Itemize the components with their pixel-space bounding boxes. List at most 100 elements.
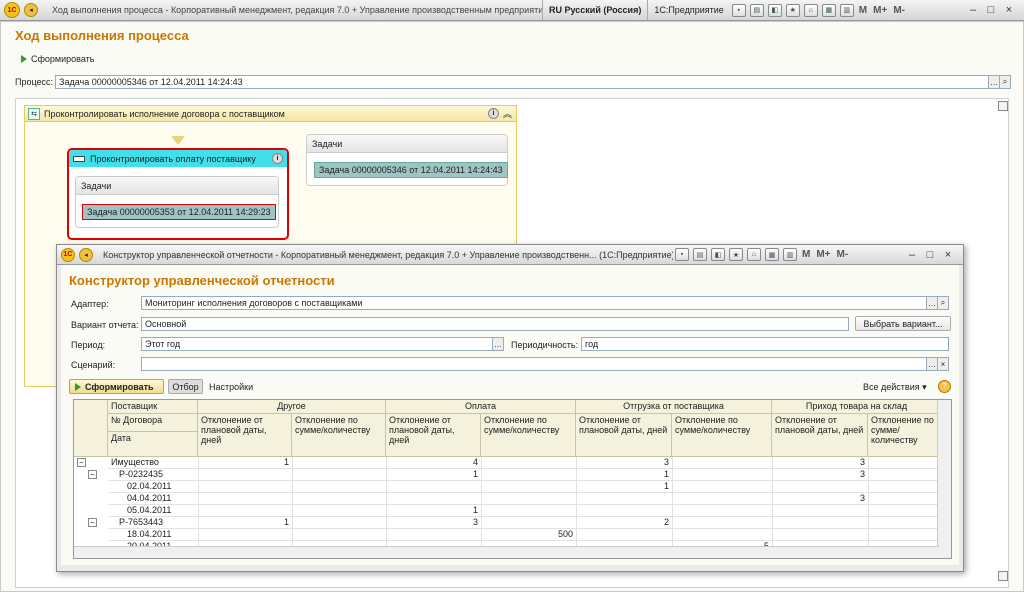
grid-cell[interactable]: [772, 505, 868, 517]
grid-row-label[interactable]: Имущество: [108, 457, 198, 469]
grid-cell[interactable]: [292, 505, 386, 517]
process-search-icon[interactable]: ⌕: [1000, 75, 1012, 89]
scenario-clear-icon[interactable]: ×: [938, 357, 949, 371]
grid-cell[interactable]: 3: [576, 457, 672, 469]
print-icon[interactable]: ▤: [749, 3, 764, 17]
grid-cell[interactable]: [672, 493, 772, 505]
tree-collapse-icon[interactable]: −: [88, 470, 97, 479]
report-1c-logo-icon[interactable]: 1C: [61, 247, 75, 262]
save-icon[interactable]: ▪: [731, 3, 746, 17]
grid-cell[interactable]: [772, 481, 868, 493]
grid-cell[interactable]: [868, 529, 942, 541]
grid-cell[interactable]: [672, 529, 772, 541]
grid-cell[interactable]: 1: [386, 469, 481, 481]
grid-cell[interactable]: [198, 529, 292, 541]
filter-button[interactable]: Отбор: [168, 379, 203, 394]
report-calculator-icon[interactable]: ▦: [765, 248, 779, 261]
grid-horizontal-scrollbar[interactable]: [74, 546, 939, 558]
report-memory-button[interactable]: M: [802, 249, 810, 260]
grid-cell[interactable]: [386, 529, 481, 541]
form-action[interactable]: Сформировать: [21, 54, 94, 64]
collapse-icon[interactable]: ︽: [503, 107, 512, 120]
memory-plus-button[interactable]: M+: [873, 5, 887, 16]
grid-row-label[interactable]: 05.04.2011: [108, 505, 198, 517]
report-maximize-button[interactable]: □: [921, 249, 939, 261]
report-grid[interactable]: Поставщик № Договора Дата Другое Оплата …: [73, 399, 952, 559]
tree-collapse-icon[interactable]: −: [77, 458, 86, 467]
choose-variant-button[interactable]: Выбрать вариант...: [855, 316, 951, 331]
step-info-icon[interactable]: i: [272, 153, 283, 164]
grid-cell[interactable]: [772, 517, 868, 529]
calendar-icon[interactable]: ▥: [839, 3, 854, 17]
grid-cell[interactable]: 1: [386, 505, 481, 517]
grid-cell[interactable]: 1: [576, 481, 672, 493]
grid-cell[interactable]: [481, 457, 576, 469]
report-memory-minus-button[interactable]: M-: [837, 249, 849, 260]
back-icon[interactable]: ◂: [24, 3, 38, 17]
minimize-button[interactable]: –: [964, 4, 982, 16]
grid-cell[interactable]: 1: [198, 457, 292, 469]
grid-cell[interactable]: [386, 493, 481, 505]
home-icon[interactable]: ⌂: [803, 3, 818, 17]
grid-vertical-scrollbar[interactable]: [937, 400, 951, 558]
grid-cell[interactable]: [292, 529, 386, 541]
grid-cell[interactable]: [672, 505, 772, 517]
report-save-icon[interactable]: ▪: [675, 248, 689, 261]
grid-cell[interactable]: [292, 469, 386, 481]
grid-cell[interactable]: [481, 481, 576, 493]
grid-cell[interactable]: [576, 493, 672, 505]
step-card[interactable]: Проконтролировать оплату поставщику i За…: [67, 148, 289, 240]
grid-row-label[interactable]: 18.04.2011: [108, 529, 198, 541]
settings-link[interactable]: Настройки: [209, 382, 253, 392]
report-memory-plus-button[interactable]: M+: [816, 249, 830, 260]
grid-cell[interactable]: [672, 481, 772, 493]
periodicity-input[interactable]: год: [581, 337, 949, 351]
grid-cell[interactable]: [481, 469, 576, 481]
grid-row-label[interactable]: Р-0232435: [108, 469, 198, 481]
grid-cell[interactable]: [292, 517, 386, 529]
grid-cell[interactable]: [868, 493, 942, 505]
report-print-icon[interactable]: ▤: [693, 248, 707, 261]
grid-row-label[interactable]: Р-7653443: [108, 517, 198, 529]
period-select-button[interactable]: …: [493, 337, 504, 351]
process-select-button[interactable]: …: [989, 75, 1001, 89]
grid-cell[interactable]: [198, 481, 292, 493]
adapter-search-icon[interactable]: ⌕: [938, 296, 949, 310]
scenario-input[interactable]: [141, 357, 927, 371]
grid-cell[interactable]: [868, 517, 942, 529]
tree-collapse-icon[interactable]: −: [88, 518, 97, 527]
preview-icon[interactable]: ◧: [767, 3, 782, 17]
grid-cell[interactable]: 1: [198, 517, 292, 529]
grid-cell[interactable]: [868, 505, 942, 517]
report-preview-icon[interactable]: ◧: [711, 248, 725, 261]
process-input[interactable]: Задача 00000005346 от 12.04.2011 14:24:4…: [55, 75, 990, 89]
grid-cell[interactable]: [868, 457, 942, 469]
close-button[interactable]: ×: [1000, 4, 1018, 16]
grid-row-label[interactable]: 02.04.2011: [108, 481, 198, 493]
grid-cell[interactable]: 4: [386, 457, 481, 469]
memory-minus-button[interactable]: M-: [893, 5, 905, 16]
grid-cell[interactable]: [772, 529, 868, 541]
grid-cell[interactable]: [481, 493, 576, 505]
report-favorite-icon[interactable]: ★: [729, 248, 743, 261]
grid-cell[interactable]: [292, 481, 386, 493]
grid-cell[interactable]: 1: [576, 469, 672, 481]
grid-cell[interactable]: [481, 517, 576, 529]
scenario-select-button[interactable]: …: [927, 357, 938, 371]
grid-cell[interactable]: [672, 517, 772, 529]
calculator-icon[interactable]: ▦: [821, 3, 836, 17]
grid-cell[interactable]: [868, 481, 942, 493]
report-back-icon[interactable]: ◂: [79, 247, 93, 262]
report-minimize-button[interactable]: –: [903, 249, 921, 261]
1c-logo-icon[interactable]: 1C: [4, 2, 20, 18]
grid-cell[interactable]: [672, 469, 772, 481]
adapter-select-button[interactable]: …: [927, 296, 938, 310]
report-calendar-icon[interactable]: ▥: [783, 248, 797, 261]
grid-cell[interactable]: [198, 493, 292, 505]
all-actions-menu[interactable]: Все действия ▾: [863, 382, 927, 393]
info-icon[interactable]: i: [487, 108, 499, 119]
language-indicator[interactable]: RU Русский (Россия): [542, 0, 647, 21]
step-task-link[interactable]: Задача 00000005353 от 12.04.2011 14:29:2…: [82, 204, 276, 220]
grid-cell[interactable]: 3: [772, 493, 868, 505]
report-close-button[interactable]: ×: [939, 249, 957, 261]
